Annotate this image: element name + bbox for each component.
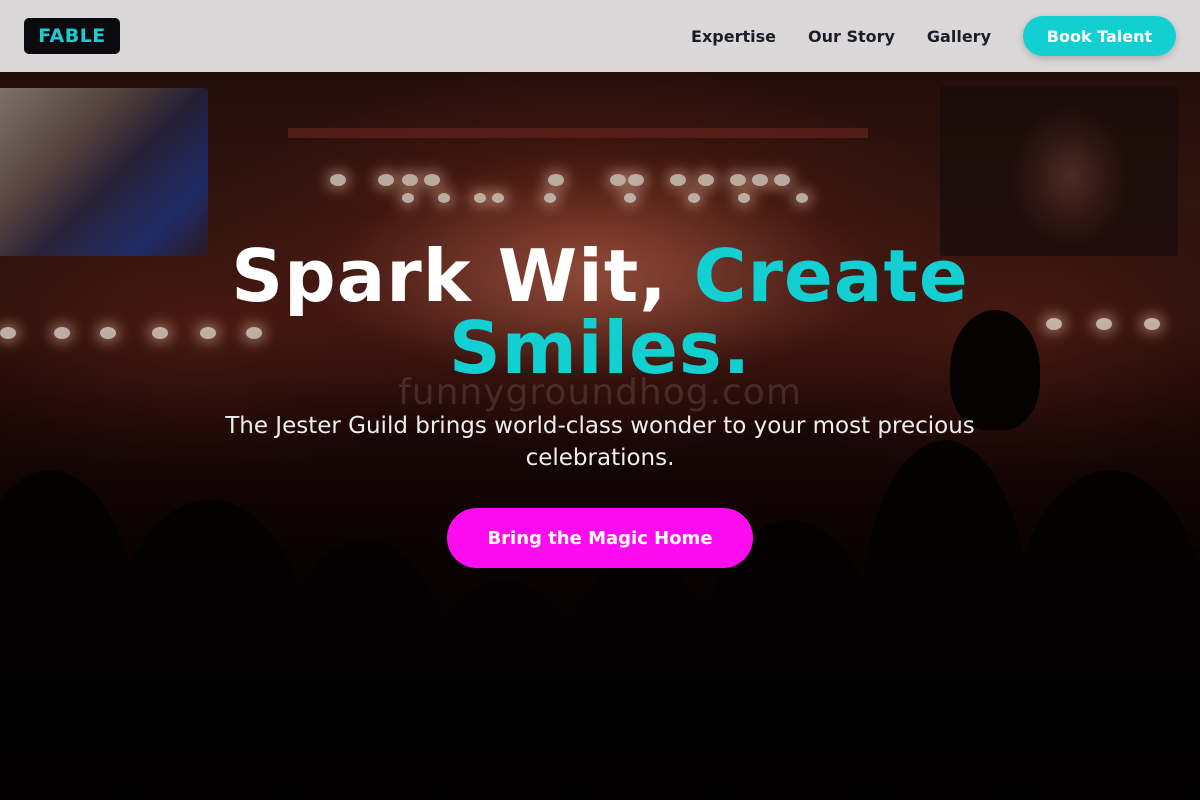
brand-logo[interactable]: FABLE — [24, 18, 120, 54]
hero-headline: Spark Wit, Create Smiles. — [190, 240, 1010, 384]
brand-logo-text: FABLE — [38, 25, 106, 47]
nav-link-expertise[interactable]: Expertise — [691, 27, 776, 46]
main-nav: Expertise Our Story Gallery Book Talent — [691, 16, 1176, 56]
hero-subtext: The Jester Guild brings world-class wond… — [225, 413, 975, 471]
book-talent-button[interactable]: Book Talent — [1023, 16, 1176, 56]
nav-link-our-story[interactable]: Our Story — [808, 27, 895, 46]
hero-section: Spark Wit, Create Smiles. The Jester Gui… — [0, 240, 1200, 568]
bring-magic-home-button[interactable]: Bring the Magic Home — [447, 508, 753, 568]
nav-link-gallery[interactable]: Gallery — [927, 27, 991, 46]
top-navigation-bar: FABLE Expertise Our Story Gallery Book T… — [0, 0, 1200, 72]
